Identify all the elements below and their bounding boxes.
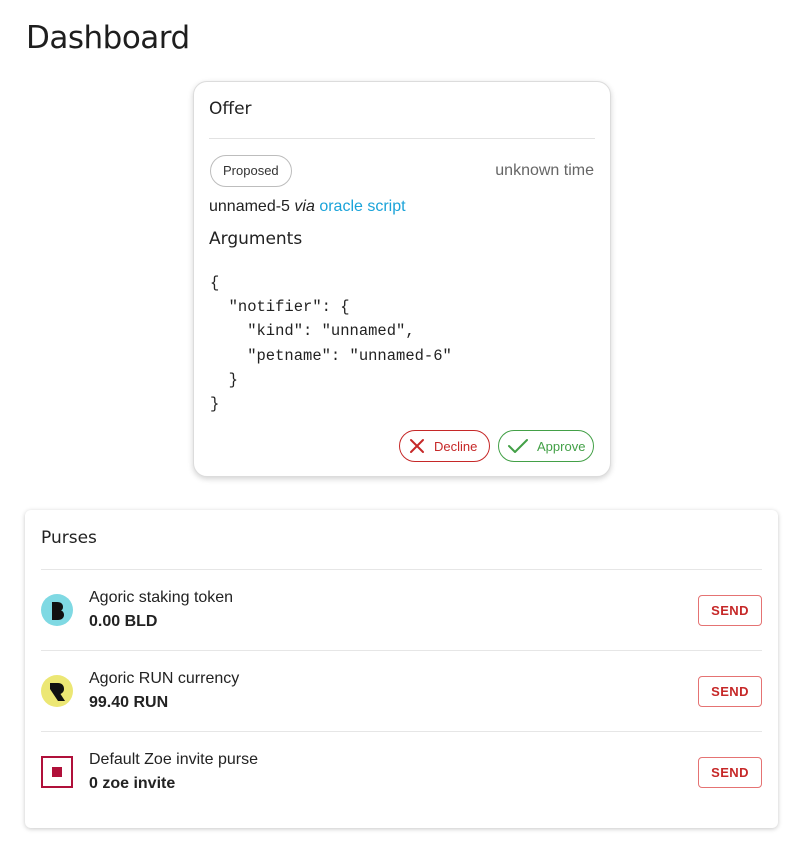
oracle-script-link[interactable]: oracle script xyxy=(319,198,405,215)
purse-name: Agoric RUN currency xyxy=(89,670,240,687)
decline-label: Decline xyxy=(434,438,478,454)
arguments-heading: Arguments xyxy=(209,229,303,249)
approve-button[interactable]: Approve xyxy=(498,430,594,462)
send-button[interactable]: SEND xyxy=(698,757,762,788)
zoe-invite-icon xyxy=(41,756,73,788)
offer-origin-name: unnamed-5 xyxy=(209,198,290,215)
purses-title: Purses xyxy=(41,528,97,548)
offer-card: Offer Proposed unknown time unnamed-5 vi… xyxy=(193,81,611,477)
offer-divider xyxy=(209,138,595,139)
status-badge: Proposed xyxy=(210,155,292,187)
send-button[interactable]: SEND xyxy=(698,595,762,626)
purse-name: Default Zoe invite purse xyxy=(89,751,258,768)
offer-actions: Decline Approve xyxy=(399,430,594,462)
offer-time: unknown time xyxy=(495,162,594,179)
close-icon xyxy=(408,437,426,455)
purse-balance: 0 zoe invite xyxy=(89,775,176,792)
purse-balance: 99.40 RUN xyxy=(89,694,169,711)
offer-origin: unnamed-5 via oracle script xyxy=(209,198,406,216)
page-title: Dashboard xyxy=(26,20,190,56)
approve-label: Approve xyxy=(537,438,586,454)
run-token-icon xyxy=(41,675,73,707)
check-icon xyxy=(507,437,529,455)
offer-origin-via: via xyxy=(294,198,315,215)
bld-token-icon xyxy=(41,594,73,626)
purse-row-bld: Agoric staking token 0.00 BLD SEND xyxy=(41,569,762,650)
offer-title: Offer xyxy=(209,99,252,119)
arguments-code: { "notifier": { "kind": "unnamed", "petn… xyxy=(210,274,452,414)
send-button[interactable]: SEND xyxy=(698,676,762,707)
purse-balance: 0.00 BLD xyxy=(89,613,158,630)
decline-button[interactable]: Decline xyxy=(399,430,490,462)
purses-card: Purses Agoric staking token 0.00 BLD SEN… xyxy=(25,510,778,828)
purse-row-zoe: Default Zoe invite purse 0 zoe invite SE… xyxy=(41,731,762,812)
purse-row-run: Agoric RUN currency 99.40 RUN SEND xyxy=(41,650,762,731)
purse-name: Agoric staking token xyxy=(89,589,234,606)
